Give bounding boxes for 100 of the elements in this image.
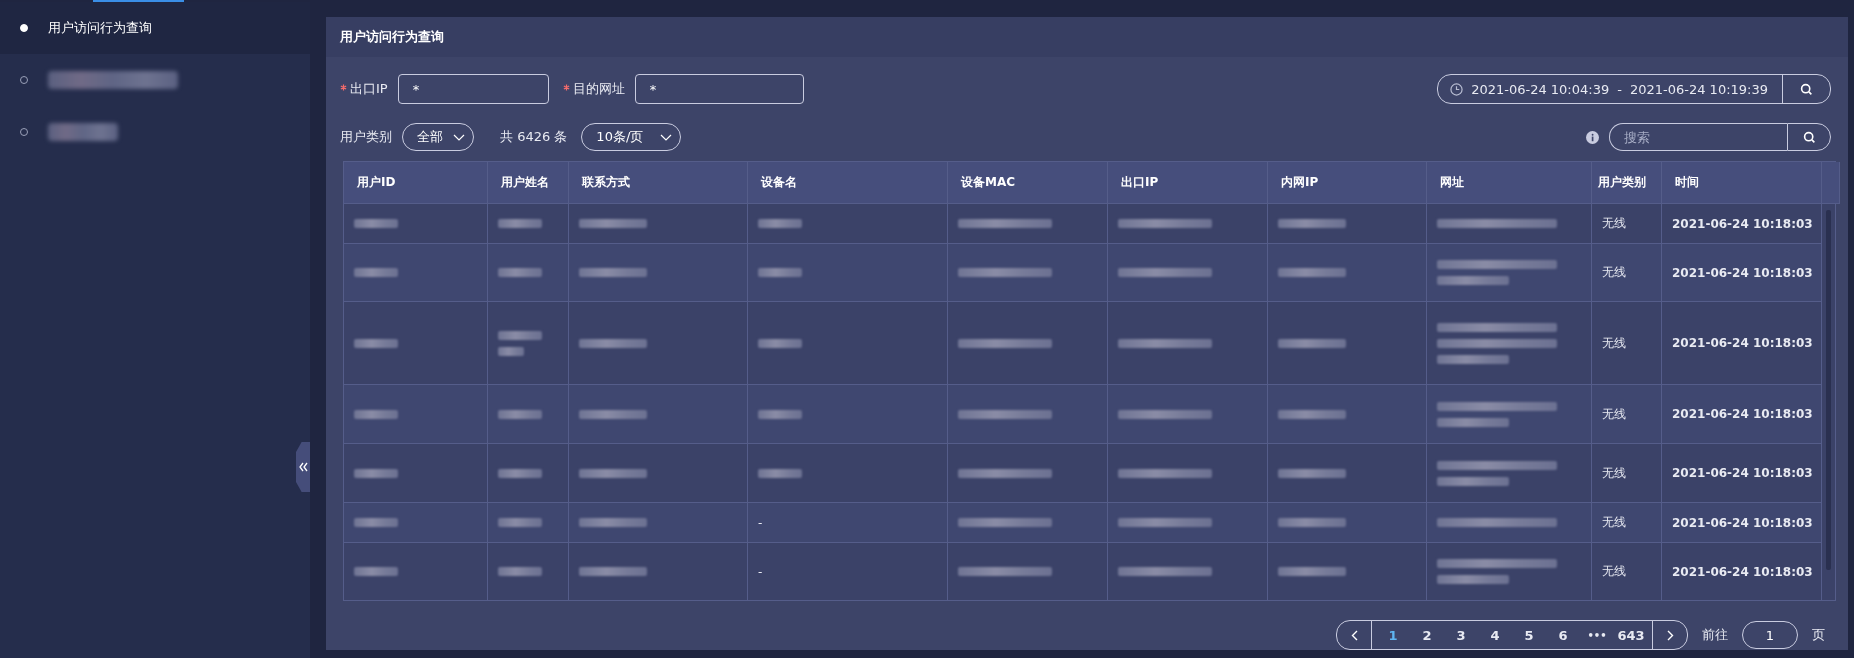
blurred-text — [498, 409, 542, 419]
table-cell-text: - — [758, 564, 764, 579]
column-header[interactable]: 网址 — [1427, 162, 1592, 204]
blurred-text — [758, 409, 802, 419]
time-cell: 2021-06-24 10:18:03 — [1672, 466, 1811, 480]
chevron-down-icon — [453, 133, 465, 141]
search-icon — [1802, 130, 1816, 144]
filter-input[interactable]: * — [634, 74, 804, 104]
blurred-text — [1278, 219, 1346, 228]
blurred-text — [1437, 575, 1509, 584]
column-header[interactable]: 用户姓名 — [488, 162, 569, 204]
page-number[interactable]: 643 — [1614, 627, 1648, 643]
sidebar-item[interactable]: 用户访问行为查询 — [0, 2, 310, 54]
blurred-text — [354, 518, 398, 527]
blurred-text — [1278, 468, 1346, 478]
page-ellipsis[interactable]: ••• — [1580, 629, 1614, 641]
clock-icon — [1450, 82, 1464, 96]
blurred-text — [579, 468, 647, 478]
blurred-text — [579, 518, 647, 527]
page-number[interactable]: 3 — [1444, 627, 1478, 643]
total-count: 共 6426 条 — [500, 128, 568, 146]
blurred-text — [354, 567, 398, 576]
blurred-text — [354, 468, 398, 478]
time-cell: 2021-06-24 10:18:03 — [1672, 336, 1811, 350]
info-icon[interactable] — [1586, 130, 1599, 144]
scrollbar-thumb[interactable] — [1826, 210, 1831, 570]
blurred-text — [1278, 409, 1346, 419]
time-cell: 2021-06-24 10:18:03 — [1672, 515, 1811, 530]
blurred-text — [498, 219, 542, 228]
bullet-icon — [20, 24, 28, 32]
collapse-button[interactable] — [296, 442, 310, 492]
filter-input[interactable]: * — [397, 74, 549, 104]
sidebar-item-label: 用户访问行为查询 — [48, 19, 152, 37]
goto-page-input[interactable]: 1 — [1742, 621, 1798, 649]
blurred-text — [1437, 476, 1509, 486]
blurred-text — [498, 567, 542, 576]
blurred-text — [498, 330, 542, 340]
blurred-text — [1278, 338, 1346, 348]
column-header[interactable]: 联系方式 — [569, 162, 748, 204]
blurred-text — [579, 338, 647, 348]
page-number[interactable]: 1 — [1376, 627, 1410, 643]
chevron-down-icon — [660, 133, 673, 141]
column-header[interactable]: 用户ID — [344, 162, 488, 204]
user-type-cell-text: 无线 — [1602, 563, 1627, 580]
user-type-cell-text: 无线 — [1602, 514, 1627, 531]
blurred-label — [48, 123, 118, 141]
start-time: 2021-06-24 10:04:39 — [1471, 81, 1610, 97]
blurred-text — [354, 268, 398, 277]
panel-title: 用户访问行为查询 — [326, 17, 1848, 57]
column-header[interactable]: 出口IP — [1108, 162, 1268, 204]
search-icon — [1800, 82, 1813, 96]
table-cell-text: - — [758, 515, 764, 530]
blurred-text — [498, 468, 542, 478]
blurred-text — [758, 468, 802, 478]
column-header[interactable]: 内网IP — [1268, 162, 1427, 204]
blurred-text — [579, 567, 647, 576]
blurred-text — [354, 219, 398, 228]
page-number[interactable]: 5 — [1512, 627, 1546, 643]
blurred-text — [758, 268, 802, 277]
search-field[interactable]: 搜索 — [1609, 123, 1787, 151]
range-separator: - — [1617, 81, 1622, 97]
field-label: 目的网址 — [572, 80, 625, 98]
blurred-text — [579, 268, 647, 277]
field-label: 出口IP — [350, 80, 388, 98]
blurred-text — [1437, 276, 1509, 285]
blurred-text — [758, 219, 802, 228]
field-label: 用户类别 — [340, 128, 392, 146]
user-type-cell-text: 无线 — [1602, 464, 1627, 482]
blurred-text — [579, 409, 647, 419]
blurred-text — [1278, 567, 1346, 576]
page-number[interactable]: 4 — [1478, 627, 1512, 643]
blurred-text — [354, 409, 398, 419]
user-type-cell-text: 无线 — [1602, 405, 1627, 423]
user-type-cell-text: 无线 — [1602, 215, 1627, 232]
user-type-cell-text: 无线 — [1602, 264, 1627, 281]
page-number[interactable]: 6 — [1546, 627, 1580, 643]
blurred-text — [498, 518, 542, 527]
page-number[interactable]: 2 — [1410, 627, 1444, 643]
scrollbar-track[interactable] — [1822, 204, 1836, 601]
time-cell: 2021-06-24 10:18:03 — [1672, 216, 1811, 231]
page-suffix: 页 — [1812, 626, 1825, 644]
blurred-text — [1437, 354, 1509, 364]
column-header[interactable]: 时间 — [1662, 162, 1822, 204]
blurred-text — [498, 268, 542, 277]
blurred-text — [1278, 268, 1346, 277]
blurred-text — [354, 338, 398, 348]
double-chevron-left-icon — [298, 462, 308, 472]
end-time: 2021-06-24 10:19:39 — [1629, 81, 1768, 97]
chevron-right-icon — [1666, 629, 1674, 641]
user-type-cell-text: 无线 — [1602, 334, 1627, 352]
column-header[interactable]: 设备名 — [748, 162, 948, 204]
column-header[interactable]: 设备MAC — [948, 162, 1108, 204]
column-header[interactable]: 用户类别 — [1592, 162, 1662, 204]
time-cell: 2021-06-24 10:18:03 — [1672, 407, 1811, 421]
date-range-picker[interactable]: 2021-06-24 10:04:39 - 2021-06-24 10:19:39 — [1437, 74, 1831, 104]
time-cell: 2021-06-24 10:18:03 — [1672, 265, 1811, 280]
blurred-text — [1278, 518, 1346, 527]
blurred-text — [579, 219, 647, 228]
goto-label: 前往 — [1702, 626, 1728, 644]
chevron-left-icon — [1350, 629, 1358, 641]
